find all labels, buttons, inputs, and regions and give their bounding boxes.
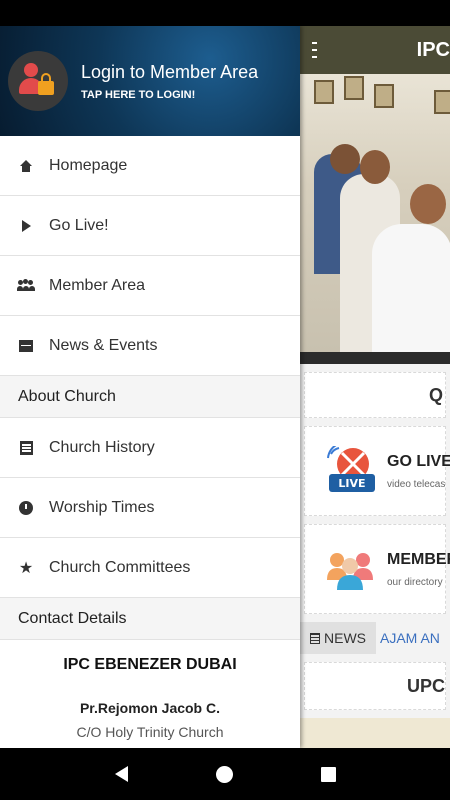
play-icon (18, 218, 34, 234)
menu-item-church-history[interactable]: Church History (0, 418, 300, 478)
section-contact-details: Contact Details (0, 598, 300, 640)
users-icon (17, 278, 35, 294)
member-lock-icon (8, 51, 68, 111)
back-icon (115, 766, 129, 782)
menu-item-church-committees[interactable]: ★ Church Committees (0, 538, 300, 598)
menu-item-worship-times[interactable]: Worship Times (0, 478, 300, 538)
clock-icon (18, 500, 34, 516)
login-title: Login to Member Area (81, 61, 259, 82)
navigation-drawer: Login to Member Area TAP HERE TO LOGIN! … (0, 26, 300, 748)
app-title: IPC (416, 38, 450, 61)
star-icon: ★ (18, 559, 34, 577)
upcoming-card[interactable]: UPC (304, 662, 446, 710)
member-subtitle: our directory (387, 576, 443, 588)
news-marquee[interactable]: AJAM AN (376, 630, 440, 646)
menu-item-label: Church History (49, 438, 155, 456)
home-button[interactable] (205, 754, 245, 794)
menu-icon[interactable] (312, 42, 317, 58)
system-nav-bar (0, 748, 450, 800)
member-title: MEMBER (387, 550, 450, 568)
upcoming-card-text: UPC (406, 675, 445, 696)
church-name: IPC EBENEZER DUBAI (63, 656, 237, 673)
quote-card-text: Q (428, 384, 443, 405)
menu-item-label: Homepage (49, 156, 128, 174)
menu-item-label: Member Area (49, 276, 146, 294)
go-live-card[interactable]: LIVE GO LIVE video telecas (304, 426, 450, 516)
go-live-title: GO LIVE (387, 452, 450, 470)
tab-news-label: NEWS (324, 630, 366, 646)
book-icon (18, 440, 34, 456)
contact-details: IPC EBENEZER DUBAI Pr.Rejomon Jacob C. C… (0, 640, 300, 740)
menu-item-label: News & Events (49, 336, 158, 354)
live-broadcast-icon: LIVE (325, 443, 375, 496)
section-about-church: About Church (0, 376, 300, 418)
recents-icon (320, 766, 336, 782)
calendar-icon (18, 338, 34, 354)
menu-item-go-live[interactable]: Go Live! (0, 196, 300, 256)
back-button[interactable] (102, 754, 142, 794)
app-toolbar: IPC (300, 26, 450, 74)
quote-card[interactable]: Q (304, 372, 446, 418)
app-main-screen: IPC Q LIVE GO LIVE video telecas MEMBE o… (300, 26, 450, 748)
home-icon (18, 158, 34, 174)
tab-news[interactable]: NEWS (300, 622, 376, 654)
news-list-icon (310, 632, 320, 644)
member-card[interactable]: MEMBER our directory (304, 524, 450, 614)
go-live-subtitle: video telecas (387, 478, 446, 490)
menu-item-label: Go Live! (49, 216, 109, 234)
menu-item-homepage[interactable]: Homepage (0, 136, 300, 196)
recents-button[interactable] (308, 754, 348, 794)
pastor-name: Pr.Rejomon Jacob C. (79, 700, 221, 716)
members-group-icon (325, 544, 375, 594)
news-tab-bar: NEWS AJAM AN (300, 622, 450, 654)
menu-item-news-events[interactable]: News & Events (0, 316, 300, 376)
hero-photo (300, 74, 450, 364)
login-subtitle: TAP HERE TO LOGIN! (81, 88, 196, 101)
menu-item-label: Worship Times (49, 498, 155, 516)
login-header[interactable]: Login to Member Area TAP HERE TO LOGIN! (0, 26, 300, 136)
menu-item-member-area[interactable]: Member Area (0, 256, 300, 316)
status-bar (0, 0, 450, 26)
svg-text:LIVE: LIVE (338, 477, 365, 490)
bottom-strip (300, 718, 450, 748)
church-address: C/O Holy Trinity Church (76, 724, 224, 740)
home-circle-icon (216, 765, 234, 783)
menu-item-label: Church Committees (49, 558, 191, 576)
